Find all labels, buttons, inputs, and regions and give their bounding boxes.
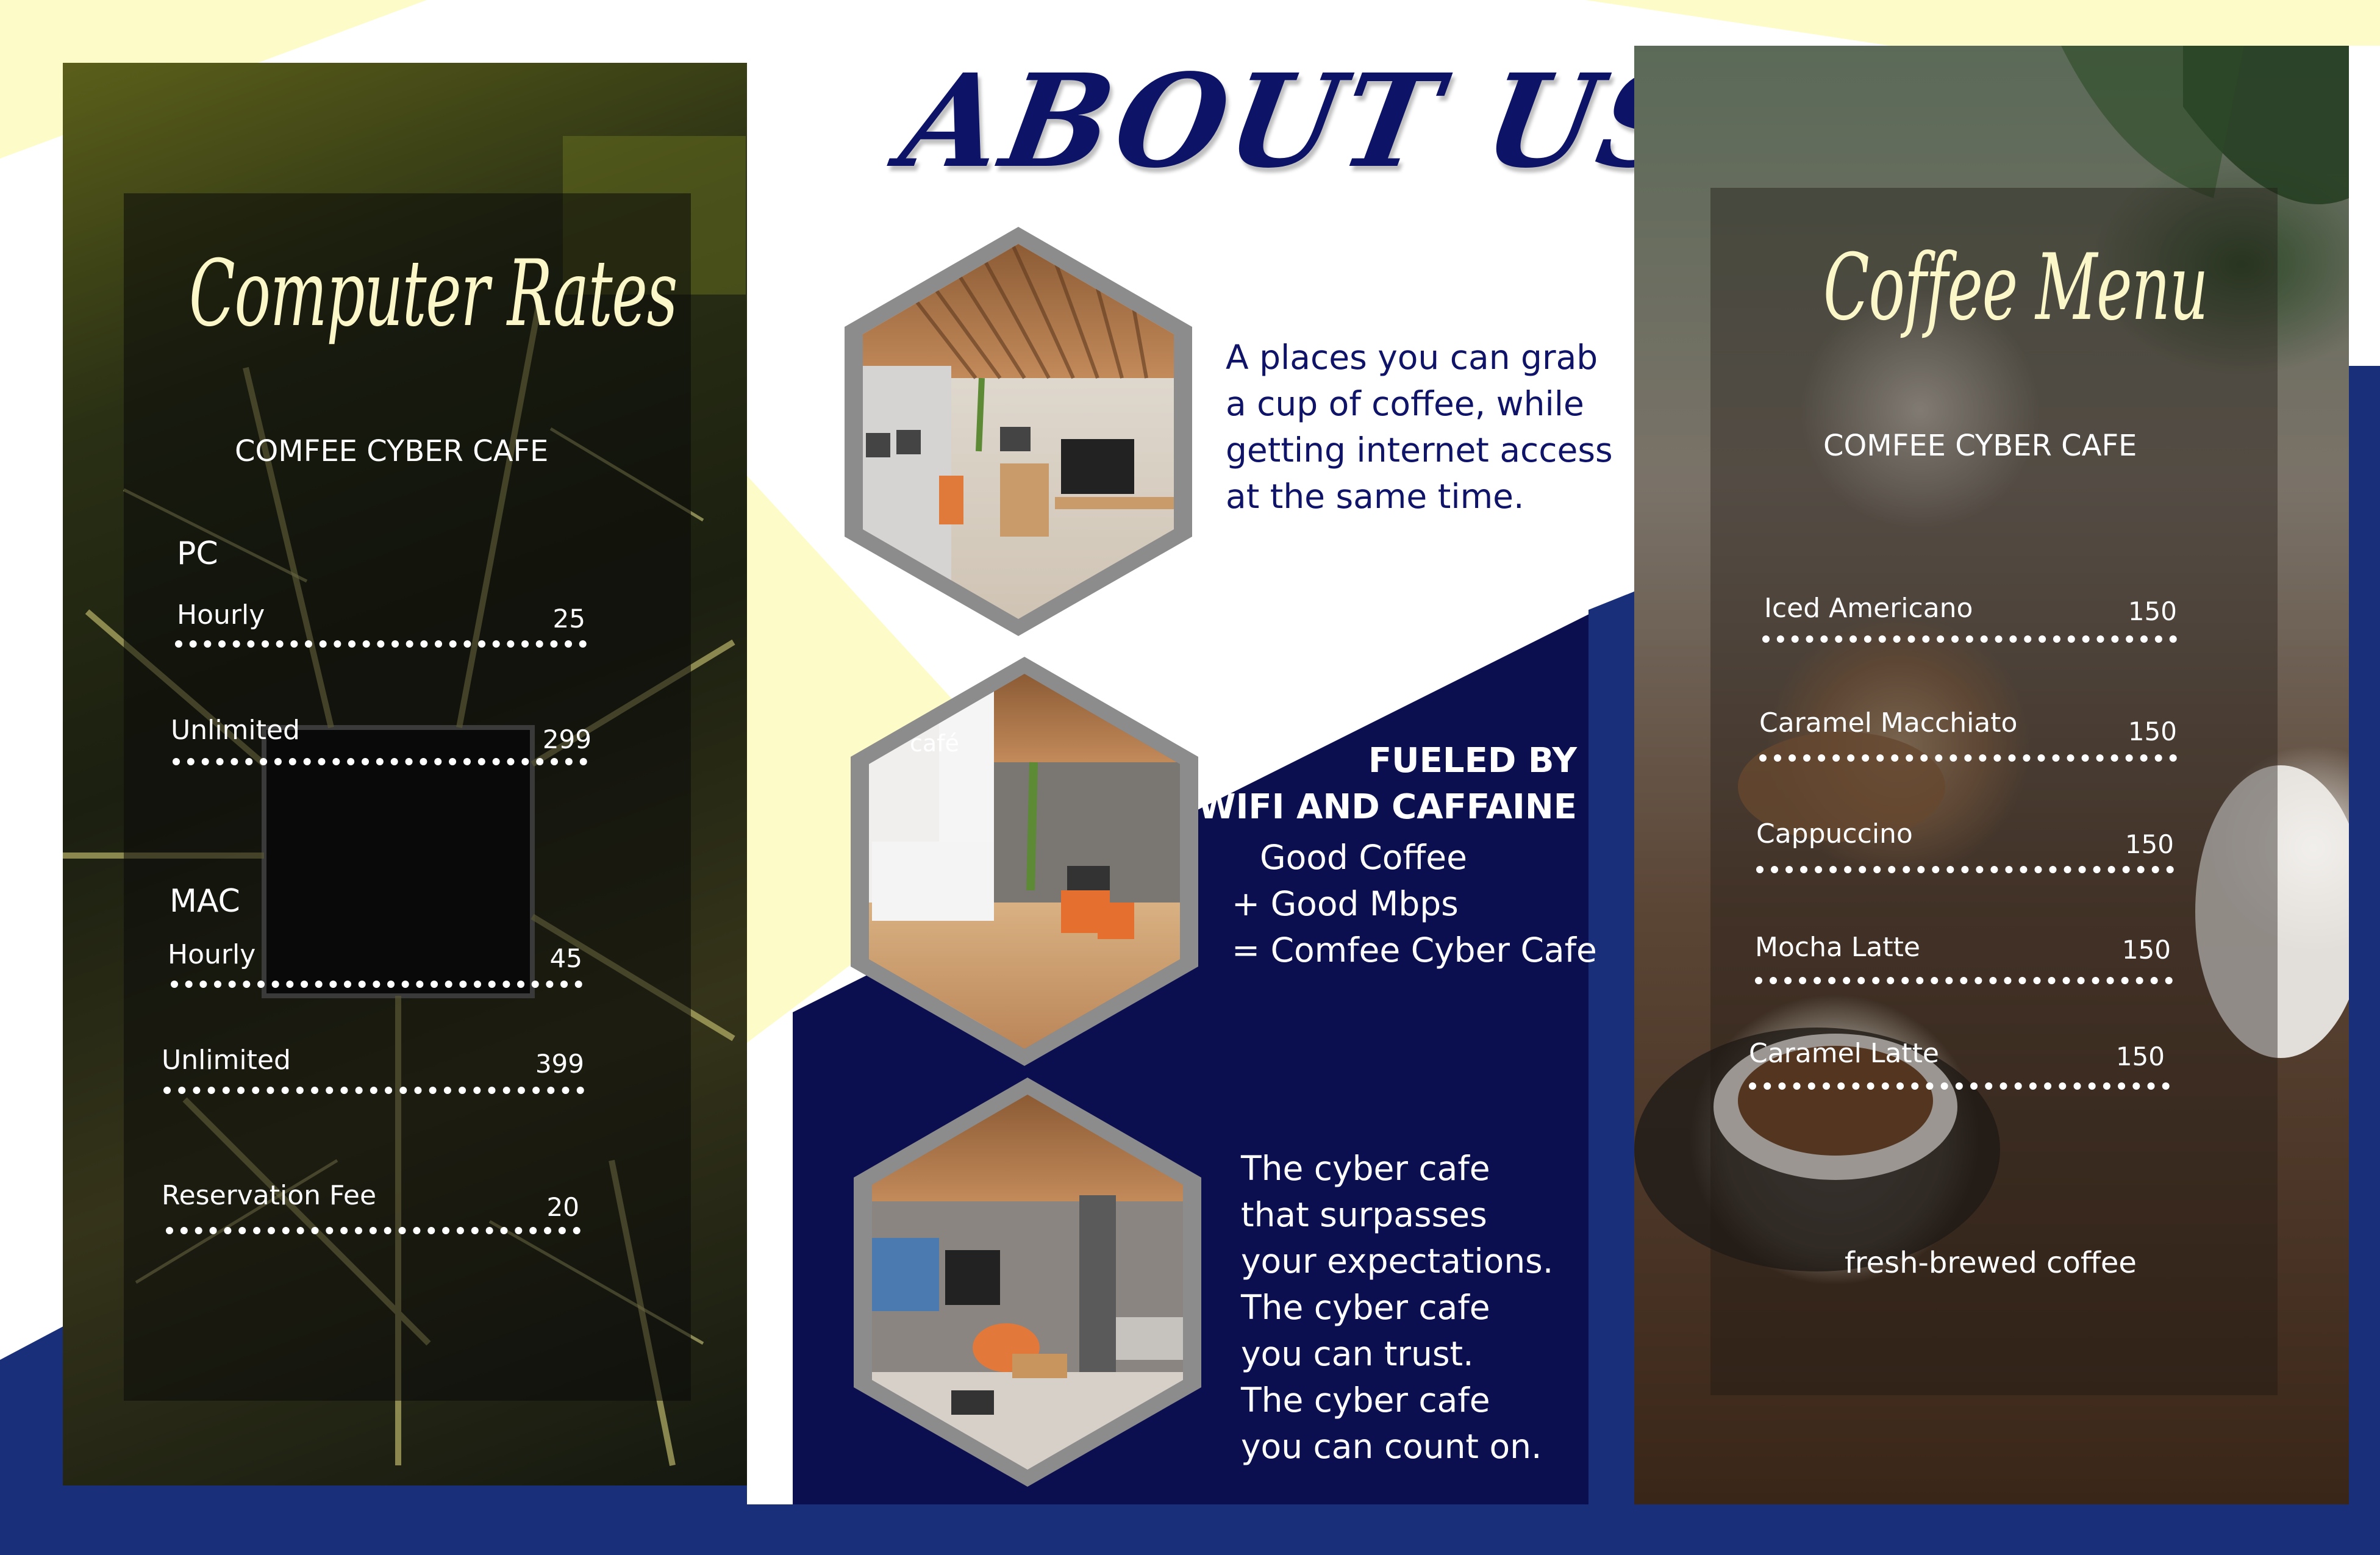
- coffee-menu-title: Coffee Menu: [1823, 235, 2209, 341]
- coffee-menu-subtitle: COMFEE CYBER CAFE: [1823, 429, 2137, 463]
- paragraph-line: The cyber cafe: [1241, 1381, 1490, 1420]
- paragraph-line: at the same time.: [1226, 477, 1524, 516]
- paragraph-line: your expectations.: [1241, 1242, 1554, 1281]
- menu-item-cappuccino: Cappuccino: [1756, 818, 1913, 849]
- equation-line: = Comfee Cyber Cafe: [1232, 931, 1597, 970]
- divider-dotted: [1759, 754, 2177, 762]
- menu-price-mocha-latte: 150: [2121, 935, 2171, 965]
- divider-dotted: [1755, 977, 2173, 984]
- menu-overlay-box: [1710, 188, 2278, 1395]
- coffee-tagline: fresh-brewed coffee: [1845, 1246, 2137, 1280]
- menu-price-caramel-macchiato: 150: [2128, 717, 2177, 746]
- hex-photo-office-interior: [845, 227, 1192, 636]
- menu-item-iced-americano: Iced Americano: [1764, 593, 1973, 624]
- fueled-heading: FUELED BY WIFI AND CAFFAINE: [1183, 738, 1577, 831]
- paragraph-line: a cup of coffee, while: [1226, 384, 1584, 423]
- divider-dotted: [1762, 635, 2177, 643]
- paragraph-line: you can count on.: [1241, 1427, 1542, 1466]
- paragraph-line: you can trust.: [1241, 1334, 1474, 1373]
- paragraph-line: that surpasses: [1241, 1195, 1487, 1234]
- equation-line: Good Coffee: [1260, 838, 1467, 877]
- cafe-sign-text: café: [910, 730, 959, 757]
- menu-item-caramel-latte: Caramel Latte: [1749, 1038, 1939, 1069]
- menu-price-cappuccino: 150: [2124, 829, 2174, 859]
- menu-item-mocha-latte: Mocha Latte: [1755, 932, 1920, 963]
- divider-dotted: [1756, 866, 2174, 873]
- paragraph-line: The cyber cafe: [1241, 1288, 1490, 1327]
- menu-price-caramel-latte: 150: [2115, 1042, 2165, 1071]
- divider-dotted: [1749, 1082, 2170, 1090]
- paragraph-line: getting internet access: [1226, 431, 1613, 470]
- heading-line: WIFI AND CAFFAINE: [1198, 787, 1577, 827]
- paragraph-line: A places you can grab: [1226, 338, 1598, 377]
- about-paragraph-1: A places you can grab a cup of coffee, w…: [1226, 334, 1613, 520]
- hex-photo-gaming-lounge: [854, 1078, 1201, 1487]
- menu-price-iced-americano: 150: [2128, 596, 2177, 626]
- about-paragraph-3: The cyber cafe that surpasses your expec…: [1241, 1145, 1553, 1470]
- menu-item-caramel-macchiato: Caramel Macchiato: [1759, 707, 2018, 738]
- hex-photo-cafe-lounge: [851, 657, 1198, 1066]
- equation-text: Good Coffee + Good Mbps = Comfee Cyber C…: [1232, 834, 1597, 973]
- paragraph-line: The cyber cafe: [1241, 1149, 1490, 1188]
- equation-line: + Good Mbps: [1232, 884, 1459, 923]
- heading-line: FUELED BY: [1368, 741, 1577, 781]
